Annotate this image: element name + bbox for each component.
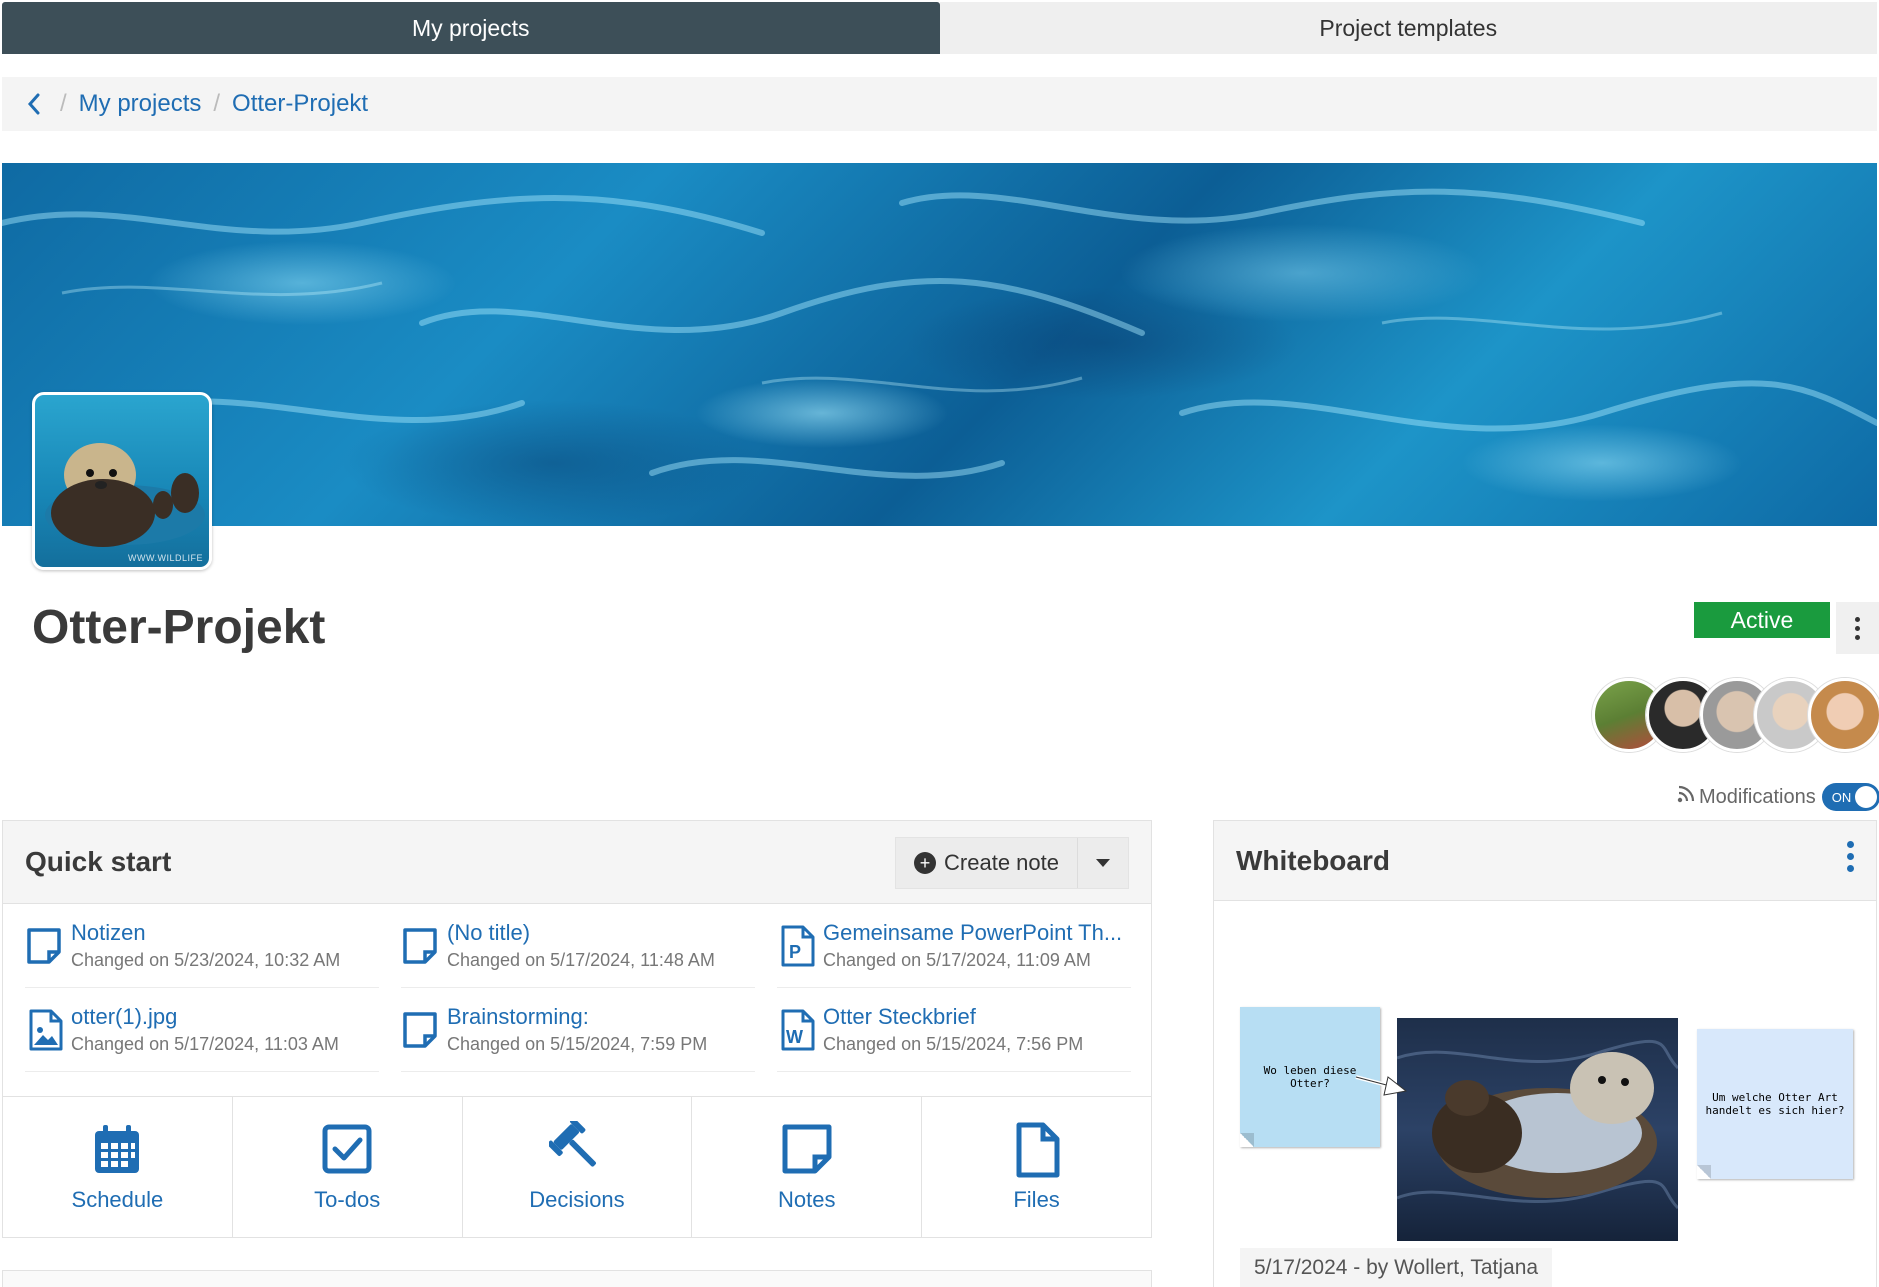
modifications-toggle[interactable]: ON [1821, 783, 1879, 811]
file-date: Changed on 5/17/2024, 11:48 AM [447, 950, 715, 970]
quick-start-header: Quick start + Create note [3, 821, 1151, 904]
member-avatar[interactable] [1808, 678, 1879, 752]
quick-start-shortcuts: Schedule To-dos Decisions Notes Files [3, 1096, 1151, 1237]
next-panel-edge [2, 1270, 1152, 1287]
whiteboard-title: Whiteboard [1236, 844, 1390, 876]
dot [1855, 625, 1860, 631]
file-name: (No title) [447, 920, 531, 945]
status-badge: Active [1694, 602, 1830, 638]
checkbox-icon [322, 1124, 372, 1174]
breadcrumb-my-projects[interactable]: My projects [79, 90, 202, 118]
svg-text:W: W [786, 1027, 803, 1047]
powerpoint-file-icon: P [781, 925, 815, 966]
whiteboard-meta: 5/17/2024 - by Wollert, Tatjana [1240, 1248, 1553, 1287]
dot [1855, 616, 1860, 622]
note-icon [403, 927, 437, 964]
create-note-group: + Create note [895, 837, 1129, 889]
file-date: Changed on 5/15/2024, 7:56 PM [823, 1034, 1084, 1054]
recent-file-item[interactable]: W Otter Steckbrief Changed on 5/15/2024, … [777, 988, 1131, 1072]
file-name: Brainstorming: [447, 1004, 589, 1029]
shortcut-files[interactable]: Files [922, 1097, 1151, 1237]
file-name: Otter Steckbrief [823, 1004, 976, 1029]
back-chevron-icon[interactable] [20, 90, 48, 118]
rss-feed-icon [1677, 785, 1695, 809]
quick-start-title: Quick start [25, 846, 172, 877]
shortcut-notes[interactable]: Notes [692, 1097, 923, 1237]
modifications-label: Modifications [1699, 785, 1816, 808]
create-note-label: Create note [944, 850, 1059, 875]
shortcut-label: Notes [778, 1187, 836, 1212]
project-more-options-button[interactable] [1836, 602, 1879, 654]
file-date: Changed on 5/15/2024, 7:59 PM [447, 1034, 708, 1054]
caret-down-icon [1096, 859, 1110, 867]
breadcrumb: / My projects / Otter-Projekt [2, 77, 1877, 131]
breadcrumb-current-project[interactable]: Otter-Projekt [232, 90, 368, 118]
whiteboard-header: Whiteboard [1214, 821, 1876, 901]
svg-text:P: P [789, 942, 801, 962]
dot [1847, 841, 1854, 848]
file-name: otter(1).jpg [71, 1004, 178, 1029]
create-dropdown-button[interactable] [1078, 838, 1128, 888]
recent-file-item[interactable]: Brainstorming: Changed on 5/15/2024, 7:59… [401, 988, 755, 1072]
file-icon [1016, 1122, 1060, 1178]
word-file-icon: W [781, 1009, 815, 1050]
whiteboard-preview[interactable]: Wo leben diese Otter? Um welche Otter Ar… [1214, 901, 1876, 1287]
note-icon [27, 927, 61, 964]
dot [1855, 634, 1860, 640]
note-icon [403, 1011, 437, 1048]
tab-project-templates[interactable]: Project templates [939, 2, 1877, 54]
dot [1847, 853, 1854, 860]
member-avatars [1592, 678, 1879, 752]
tab-my-projects[interactable]: My projects [2, 2, 940, 54]
toggle-state-label: ON [1831, 789, 1852, 805]
plus-circle-icon: + [914, 852, 937, 874]
recent-file-item[interactable]: (No title) Changed on 5/17/2024, 11:48 AM [401, 904, 755, 988]
modifications-toggle-group: Modifications ON [1677, 783, 1879, 811]
calendar-icon [95, 1125, 140, 1173]
whiteboard-panel: Whiteboard Wo leben diese Otter? Um welc… [1213, 820, 1877, 1287]
shortcut-label: To-dos [314, 1187, 381, 1212]
quick-start-panel: Quick start + Create note Notizen Changed… [2, 820, 1152, 1238]
create-note-button[interactable]: + Create note [896, 838, 1078, 888]
file-name: Notizen [71, 920, 146, 945]
gavel-icon [548, 1121, 596, 1167]
file-name: Gemeinsame PowerPoint Th... [823, 920, 1123, 945]
shortcut-label: Decisions [529, 1187, 625, 1212]
top-tabs: My projects Project templates [2, 2, 1877, 54]
shortcut-todos[interactable]: To-dos [233, 1097, 463, 1237]
project-avatar: WWW.WILDLIFE [32, 392, 212, 570]
recent-files-list: Notizen Changed on 5/23/2024, 10:32 AM (N… [3, 904, 1151, 1072]
arrow-connector [1355, 1075, 1408, 1096]
image-file-icon [29, 1009, 63, 1050]
shortcut-schedule[interactable]: Schedule [3, 1097, 233, 1237]
shortcut-label: Schedule [71, 1187, 164, 1212]
shortcut-label: Files [1013, 1187, 1060, 1212]
breadcrumb-separator: / [60, 90, 67, 117]
recent-file-item[interactable]: P Gemeinsame PowerPoint Th... Changed on … [777, 904, 1131, 988]
otter-photo [1397, 1018, 1678, 1241]
breadcrumb-separator: / [213, 90, 221, 117]
dot [1847, 865, 1854, 872]
file-date: Changed on 5/17/2024, 11:03 AM [71, 1034, 339, 1054]
file-date: Changed on 5/17/2024, 11:09 AM [823, 950, 1091, 970]
shortcut-decisions[interactable]: Decisions [463, 1097, 693, 1237]
page-title: Otter-Projekt [32, 601, 326, 654]
project-banner-image [2, 163, 1877, 526]
sticky-note: Um welche Otter Art handelt es sich hier… [1697, 1029, 1853, 1179]
file-date: Changed on 5/23/2024, 10:32 AM [71, 950, 341, 970]
note-icon [782, 1124, 832, 1174]
toggle-knob [1854, 786, 1877, 808]
recent-file-item[interactable]: otter(1).jpg Changed on 5/17/2024, 11:03 … [25, 988, 379, 1072]
recent-file-item[interactable]: Notizen Changed on 5/23/2024, 10:32 AM [25, 904, 379, 988]
avatar-watermark: WWW.WILDLIFE [128, 553, 203, 563]
whiteboard-more-options-button[interactable] [1847, 841, 1854, 872]
